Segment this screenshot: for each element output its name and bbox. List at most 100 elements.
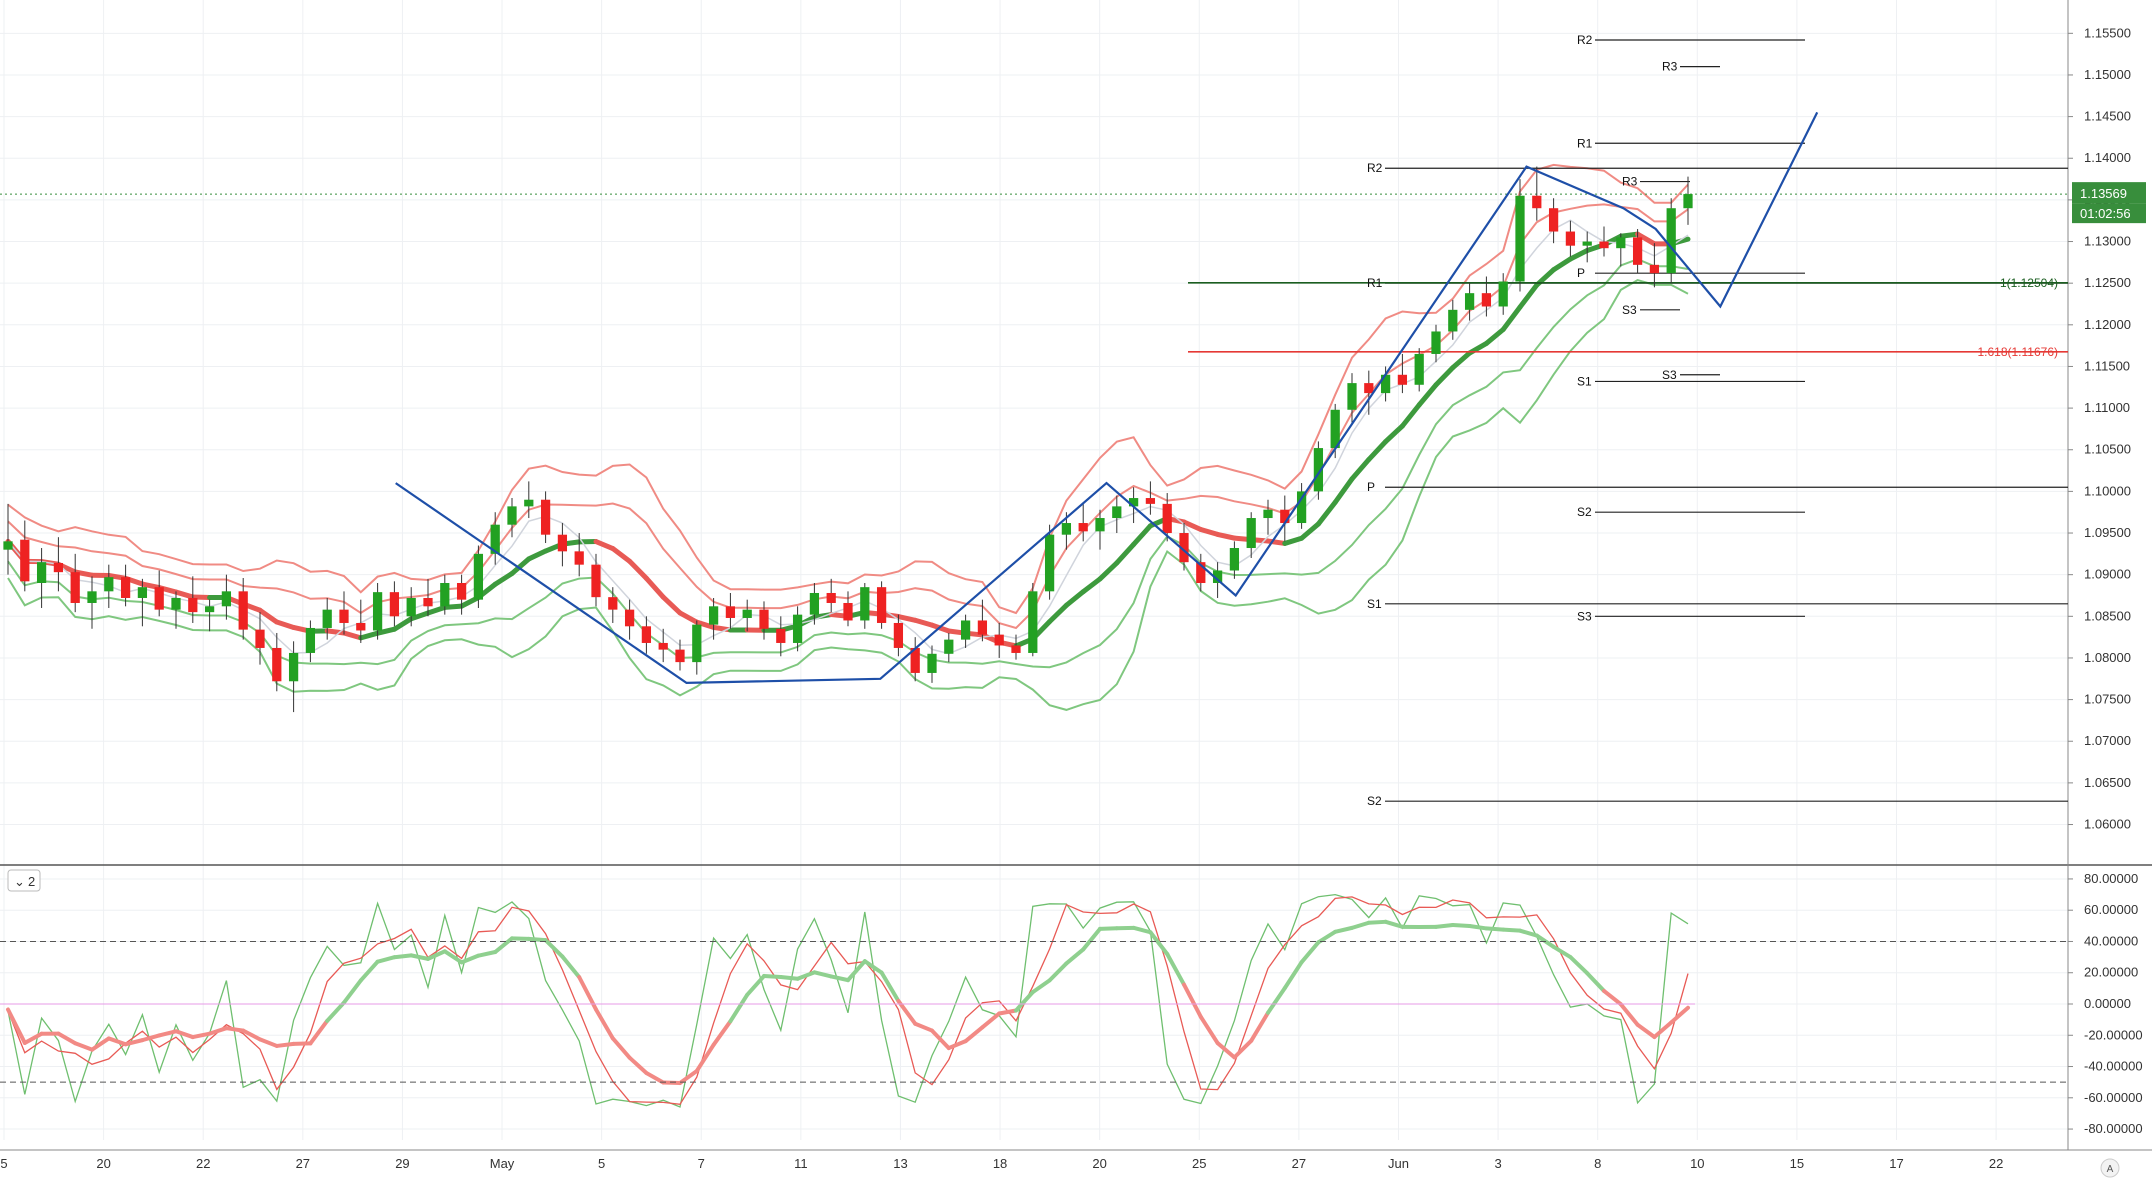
candle-body xyxy=(810,593,819,615)
candle-body xyxy=(323,610,332,628)
candle-body xyxy=(793,615,802,643)
price-tick-label: 1.11500 xyxy=(2084,358,2130,373)
candle-body xyxy=(860,587,869,620)
price-tick-label: 1.11000 xyxy=(2084,400,2130,415)
price-tick-label: 1.10500 xyxy=(2084,442,2131,457)
candle-body xyxy=(1297,491,1306,523)
price-tick-label: 1.15500 xyxy=(2084,25,2131,40)
candle-body xyxy=(71,572,80,603)
price-tick-label: 1.13000 xyxy=(2084,234,2131,249)
candle xyxy=(1028,583,1037,656)
osc-tick-label: -20.00000 xyxy=(2084,1027,2143,1042)
candle-body xyxy=(1062,523,1071,535)
time-tick-label: 3 xyxy=(1494,1156,1501,1171)
pivot-b-label: R3 xyxy=(1622,175,1638,189)
price-tick-label: 1.06500 xyxy=(2084,775,2131,790)
time-tick-label: Jun xyxy=(1388,1156,1409,1171)
osc-main-segment xyxy=(1486,928,1503,929)
candle-body xyxy=(356,623,365,630)
price-tick-label: 1.12500 xyxy=(2084,275,2131,290)
candle-body xyxy=(255,630,264,648)
candle-body xyxy=(776,629,785,643)
candle-body xyxy=(1011,645,1020,652)
pivot-a-label: S2 xyxy=(1367,794,1382,808)
candle-body xyxy=(121,577,130,598)
price-tick-label: 1.07000 xyxy=(2084,733,2131,748)
time-tick-label: 11 xyxy=(794,1156,808,1171)
candle-body xyxy=(558,535,567,552)
osc-tick-label: 40.00000 xyxy=(2084,933,2138,948)
candle-body xyxy=(407,598,416,616)
time-tick-label: 17 xyxy=(1889,1156,1903,1171)
candle-body xyxy=(104,577,113,591)
candle-body xyxy=(373,592,382,630)
candle-body xyxy=(1230,548,1239,570)
pivot-a-label: P xyxy=(1367,480,1375,494)
candle-body xyxy=(1028,591,1037,653)
candle-body xyxy=(743,610,752,618)
candle-body xyxy=(1163,504,1172,533)
candle-body xyxy=(1465,293,1474,310)
candle-body xyxy=(759,610,768,629)
candle-body xyxy=(524,500,533,507)
price-tick-label: 1.12000 xyxy=(2084,317,2131,332)
candle-body xyxy=(188,598,197,612)
candle-body xyxy=(37,562,46,583)
candle-body xyxy=(1683,194,1692,208)
candle xyxy=(877,581,886,628)
pane-badge-label: 2 xyxy=(28,874,35,889)
candle-body xyxy=(978,620,987,634)
time-tick-label: 27 xyxy=(1292,1156,1306,1171)
osc-tick-label: 60.00000 xyxy=(2084,902,2138,917)
candle-body xyxy=(1633,237,1642,264)
candle-body xyxy=(642,626,651,643)
time-tick-label: 8 xyxy=(1594,1156,1601,1171)
candle-body xyxy=(1079,523,1088,531)
candle-body xyxy=(1448,310,1457,332)
midline-segment xyxy=(142,584,159,588)
osc-tick-label: -40.00000 xyxy=(2084,1059,2143,1074)
time-tick-label: 22 xyxy=(1989,1156,2003,1171)
candle-body xyxy=(474,554,483,600)
candle-body xyxy=(927,654,936,673)
osc-tick-label: -60.00000 xyxy=(2084,1090,2143,1105)
candle-body xyxy=(1650,265,1659,273)
time-tick-label: 5 xyxy=(598,1156,605,1171)
candle-body xyxy=(20,540,29,582)
candle-body xyxy=(1599,242,1608,249)
candle-body xyxy=(659,643,668,650)
chart-root: 1.060001.065001.070001.075001.080001.085… xyxy=(0,0,2152,1181)
time-tick-label: May xyxy=(490,1156,515,1171)
candle-body xyxy=(709,606,718,624)
osc-main-segment xyxy=(1503,930,1520,931)
candle-body xyxy=(222,591,231,606)
candle-body xyxy=(1146,498,1155,504)
chart-svg[interactable]: 1.060001.065001.070001.075001.080001.085… xyxy=(0,0,2152,1181)
candle-body xyxy=(1095,518,1104,531)
candle-body xyxy=(507,506,516,524)
candle-body xyxy=(205,606,214,612)
fib-label: 1(1.12504) xyxy=(2000,276,2058,290)
candle xyxy=(1515,179,1524,291)
candle-body xyxy=(575,551,584,564)
pivot-a-label: R2 xyxy=(1367,161,1383,175)
osc-main-segment xyxy=(781,977,798,979)
candle-body xyxy=(843,603,852,620)
candle-body xyxy=(827,593,836,603)
price-tick-label: 1.10000 xyxy=(2084,483,2131,498)
pivot-a-label: S1 xyxy=(1367,597,1382,611)
osc-main-segment xyxy=(1470,926,1487,928)
candle-body xyxy=(1364,383,1373,393)
candle-body xyxy=(87,591,96,603)
midline-segment xyxy=(1621,234,1638,236)
price-tick-label: 1.06000 xyxy=(2084,817,2131,832)
pivot-b-label: S3 xyxy=(1662,368,1677,382)
osc-tick-label: 0.00000 xyxy=(2084,996,2131,1011)
osc-main-segment xyxy=(394,955,411,957)
chevron-down-icon: ⌄ xyxy=(14,874,25,889)
candle xyxy=(474,546,483,608)
candle-body xyxy=(440,583,449,606)
time-tick-label: 25 xyxy=(1192,1156,1206,1171)
candle-body xyxy=(692,625,701,662)
candle-body xyxy=(625,610,634,627)
